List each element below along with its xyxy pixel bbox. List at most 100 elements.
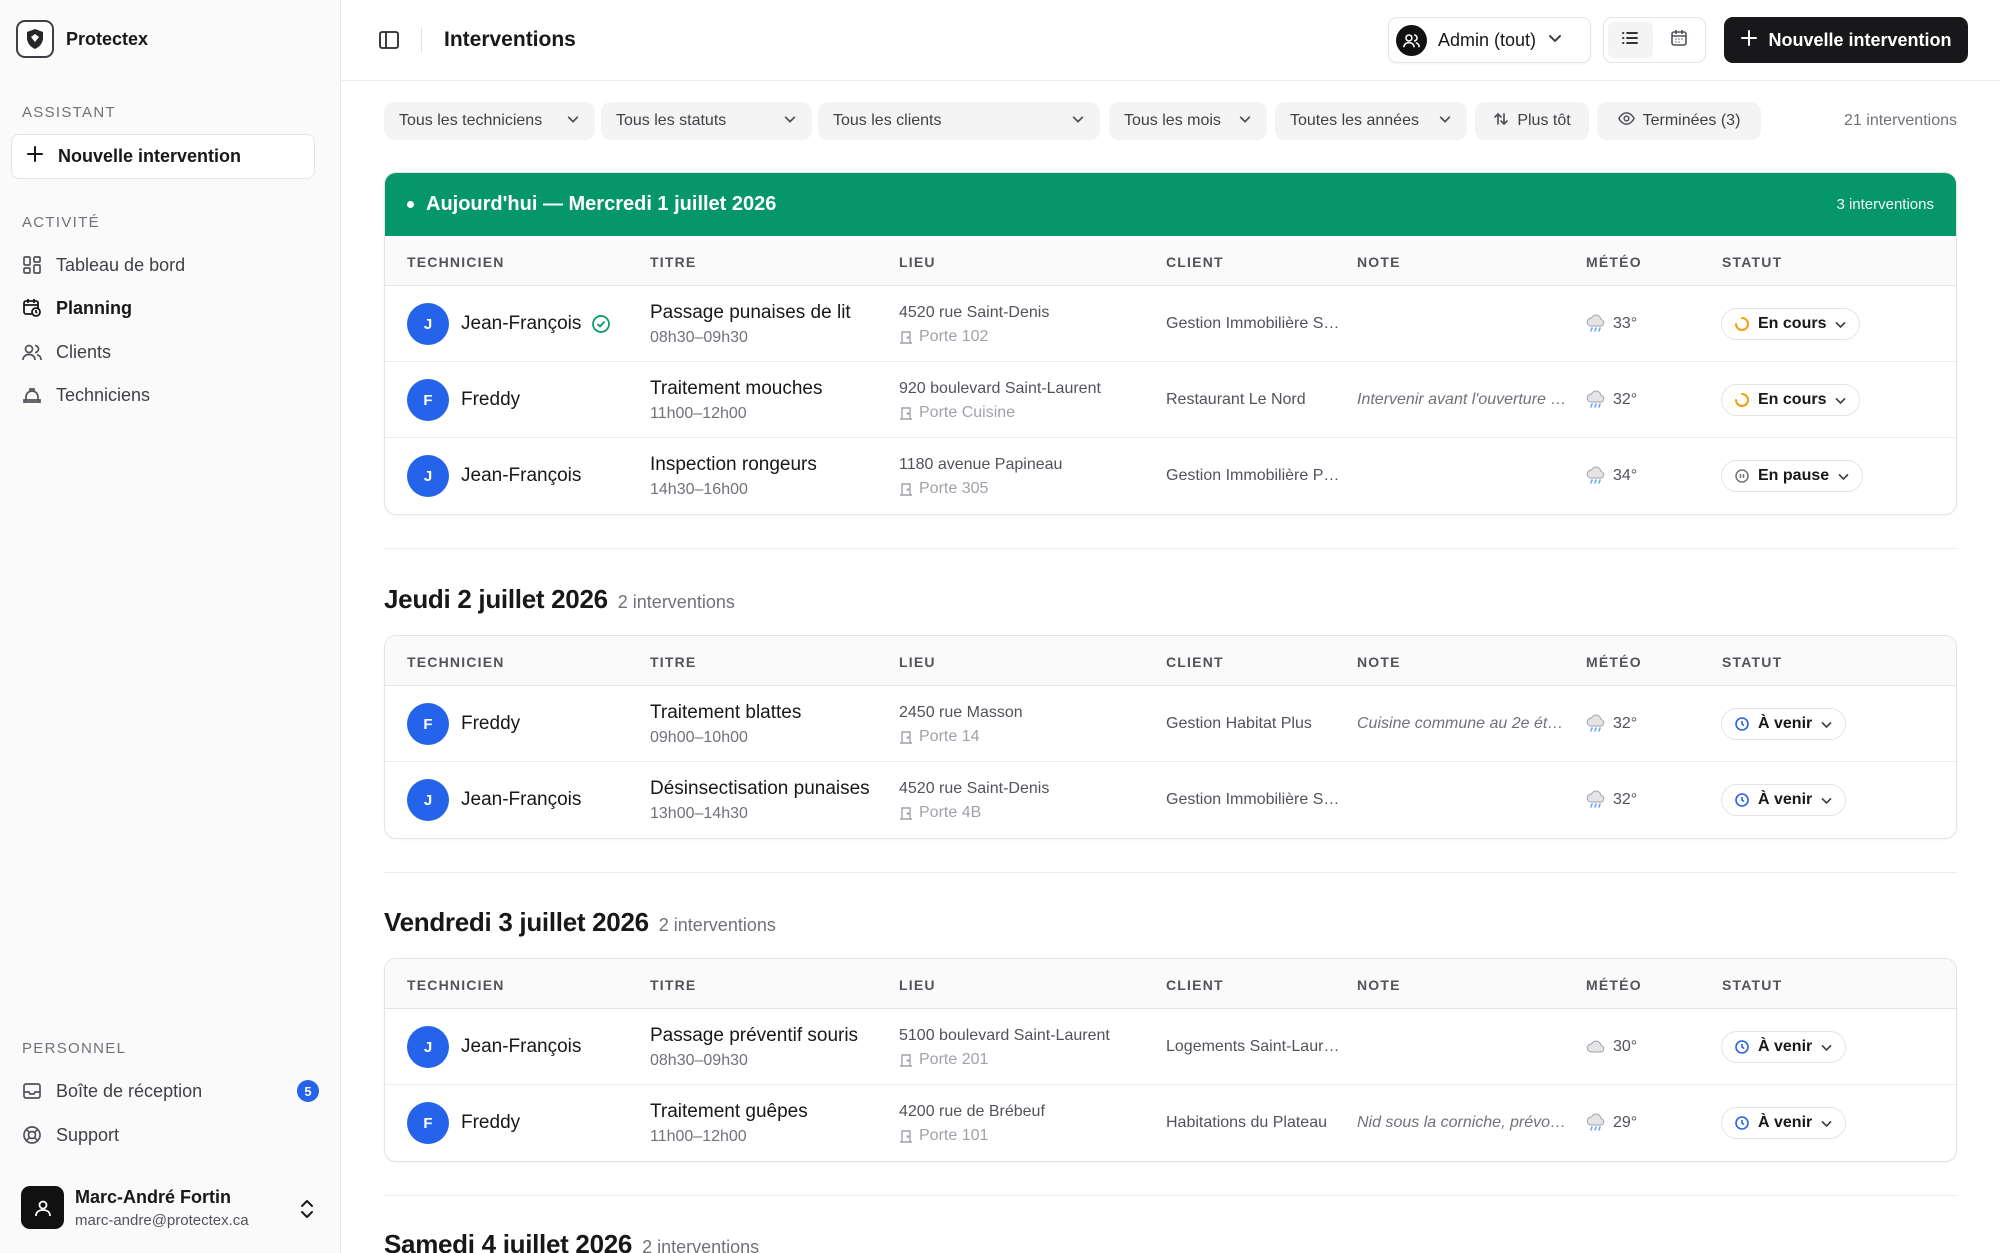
col-client[interactable]: CLIENT	[1166, 977, 1224, 993]
technician-name: Jean-François	[461, 313, 582, 334]
chevron-down-icon	[1820, 718, 1833, 731]
col-title[interactable]: TITRE	[650, 254, 696, 270]
role-select[interactable]: Admin (tout)	[1388, 17, 1591, 63]
note-text: Intervenir avant l'ouverture du restaura…	[1357, 391, 1567, 408]
calendar-icon	[1669, 28, 1689, 53]
filter-clients[interactable]: Tous les clients	[818, 102, 1100, 140]
sidebar-item-support[interactable]: Support	[22, 1120, 119, 1150]
client-name: Gestion Immobilière Saint-Denis	[1166, 315, 1341, 332]
sidebar: Protectex ASSISTANT Nouvelle interventio…	[0, 0, 341, 1253]
col-note[interactable]: NOTE	[1357, 977, 1401, 993]
intervention-title[interactable]: Traitement blattes	[650, 702, 801, 724]
user-name: Marc-André Fortin	[75, 1186, 232, 1207]
status-dropdown[interactable]: En cours	[1721, 384, 1861, 416]
table-row[interactable]: F Freddy Traitement mouches 11h00–12h00 920 …	[385, 362, 1956, 438]
calendar-view-button[interactable]	[1657, 22, 1702, 58]
col-technician[interactable]: TECHNICIEN	[407, 977, 505, 993]
filter-months[interactable]: Tous les mois	[1109, 102, 1267, 140]
filter-technicians[interactable]: Tous les techniciens	[384, 102, 595, 140]
sidebar-item-planning[interactable]: Planning	[22, 293, 132, 323]
check-circle-icon	[591, 314, 611, 334]
sidebar-item-clients[interactable]: Clients	[22, 337, 111, 367]
status-dropdown[interactable]: En pause	[1721, 460, 1864, 492]
new-intervention-button-label: Nouvelle intervention	[1768, 29, 1952, 50]
col-status[interactable]: STATUT	[1722, 654, 1782, 670]
status-label: En pause	[1758, 467, 1830, 484]
sidebar-item-inbox[interactable]: Boîte de réception	[22, 1076, 202, 1106]
table-row[interactable]: J Jean-François Passage préventif souris 08…	[385, 1009, 1956, 1085]
temperature: 29°	[1613, 1114, 1638, 1131]
col-weather[interactable]: MÉTÉO	[1586, 254, 1642, 270]
day-title: Jeudi 2 juillet 2026	[384, 584, 608, 614]
door-icon	[899, 730, 913, 744]
user-profile[interactable]: Marc-André Fortin marc-andre@protectex.c…	[21, 1186, 249, 1229]
intervention-title[interactable]: Traitement mouches	[650, 378, 822, 400]
chevron-down-icon	[783, 112, 797, 131]
status-dropdown[interactable]: À venir	[1721, 1031, 1847, 1063]
col-location[interactable]: LIEU	[899, 977, 936, 993]
filter-label: Tous les mois	[1124, 112, 1221, 129]
new-intervention-label: Nouvelle intervention	[58, 146, 242, 166]
completed-toggle[interactable]: Terminées (3)	[1597, 102, 1761, 140]
sidebar-item-techniciens[interactable]: Techniciens	[22, 380, 150, 410]
col-client[interactable]: CLIENT	[1166, 654, 1224, 670]
client-name: Gestion Habitat Plus	[1166, 715, 1312, 732]
col-technician[interactable]: TECHNICIEN	[407, 254, 505, 270]
sidebar-item-label: Clients	[56, 341, 112, 362]
status-dropdown[interactable]: À venir	[1721, 1107, 1847, 1139]
col-note[interactable]: NOTE	[1357, 254, 1401, 270]
status-dropdown[interactable]: À venir	[1721, 708, 1847, 740]
new-intervention-button[interactable]: Nouvelle intervention	[1724, 17, 1968, 63]
today-header: Aujourd'hui — Mercredi 1 juillet 2026 3 …	[385, 173, 1956, 236]
completed-label: Terminées (3)	[1642, 112, 1741, 129]
intervention-title[interactable]: Traitement guêpes	[650, 1101, 808, 1123]
technician-avatar: F	[407, 1102, 449, 1144]
intervention-title[interactable]: Inspection rongeurs	[650, 454, 817, 476]
note-text: Nid sous la corniche, prévoir échelle	[1357, 1114, 1567, 1131]
new-intervention-sidebar-button[interactable]: Nouvelle intervention	[11, 134, 315, 179]
col-location[interactable]: LIEU	[899, 654, 936, 670]
col-client[interactable]: CLIENT	[1166, 254, 1224, 270]
filter-years[interactable]: Toutes les années	[1275, 102, 1467, 140]
chevron-down-icon	[1547, 30, 1563, 51]
col-status[interactable]: STATUT	[1722, 254, 1782, 270]
title-cell: Traitement mouches 11h00–12h00	[650, 378, 822, 423]
chevrons-up-down-icon[interactable]	[298, 1198, 316, 1225]
table-row[interactable]: J Jean-François Désinsectisation punaises 1…	[385, 762, 1956, 838]
clock-icon	[1734, 792, 1750, 808]
col-status[interactable]: STATUT	[1722, 977, 1782, 993]
chevron-down-icon	[1834, 394, 1847, 407]
day-count: 2 interventions	[617, 592, 735, 612]
col-technician[interactable]: TECHNICIEN	[407, 654, 505, 670]
day-count: 3 interventions	[1836, 196, 1934, 213]
sort-button[interactable]: Plus tôt	[1475, 102, 1589, 140]
col-title[interactable]: TITRE	[650, 654, 696, 670]
users-icon	[1396, 24, 1427, 56]
intervention-title[interactable]: Désinsectisation punaises	[650, 778, 870, 800]
col-note[interactable]: NOTE	[1357, 654, 1401, 670]
status-label: En cours	[1758, 391, 1827, 408]
technician-avatar: J	[407, 1026, 449, 1068]
filter-statuses[interactable]: Tous les statuts	[601, 102, 812, 140]
col-weather[interactable]: MÉTÉO	[1586, 654, 1642, 670]
dot-icon	[407, 201, 414, 208]
technician-cell: Freddy	[461, 389, 520, 411]
day-count: 2 interventions	[642, 1237, 760, 1253]
filter-label: Tous les statuts	[616, 112, 727, 129]
col-weather[interactable]: MÉTÉO	[1586, 977, 1642, 993]
col-title[interactable]: TITRE	[650, 977, 696, 993]
total-interventions-count: 21 interventions	[1844, 112, 1957, 129]
brand[interactable]: Protectex	[16, 20, 148, 58]
status-dropdown[interactable]: En cours	[1721, 308, 1861, 340]
status-dropdown[interactable]: À venir	[1721, 784, 1847, 816]
table-row[interactable]: F Freddy Traitement guêpes 11h00–12h00 4200 …	[385, 1085, 1956, 1161]
sidebar-item-tableau-de-bord[interactable]: Tableau de bord	[22, 250, 185, 280]
list-view-button[interactable]	[1608, 22, 1653, 58]
table-row[interactable]: F Freddy Traitement blattes 09h00–10h00 2450…	[385, 686, 1956, 762]
table-row[interactable]: J Jean-François Inspection rongeurs 14h30–1…	[385, 438, 1956, 514]
col-location[interactable]: LIEU	[899, 254, 936, 270]
intervention-title[interactable]: Passage punaises de lit	[650, 302, 851, 324]
sidebar-toggle-icon[interactable]	[376, 27, 402, 53]
intervention-title[interactable]: Passage préventif souris	[650, 1025, 858, 1047]
table-row[interactable]: J Jean-François Passage punaises de lit 08h…	[385, 286, 1956, 362]
